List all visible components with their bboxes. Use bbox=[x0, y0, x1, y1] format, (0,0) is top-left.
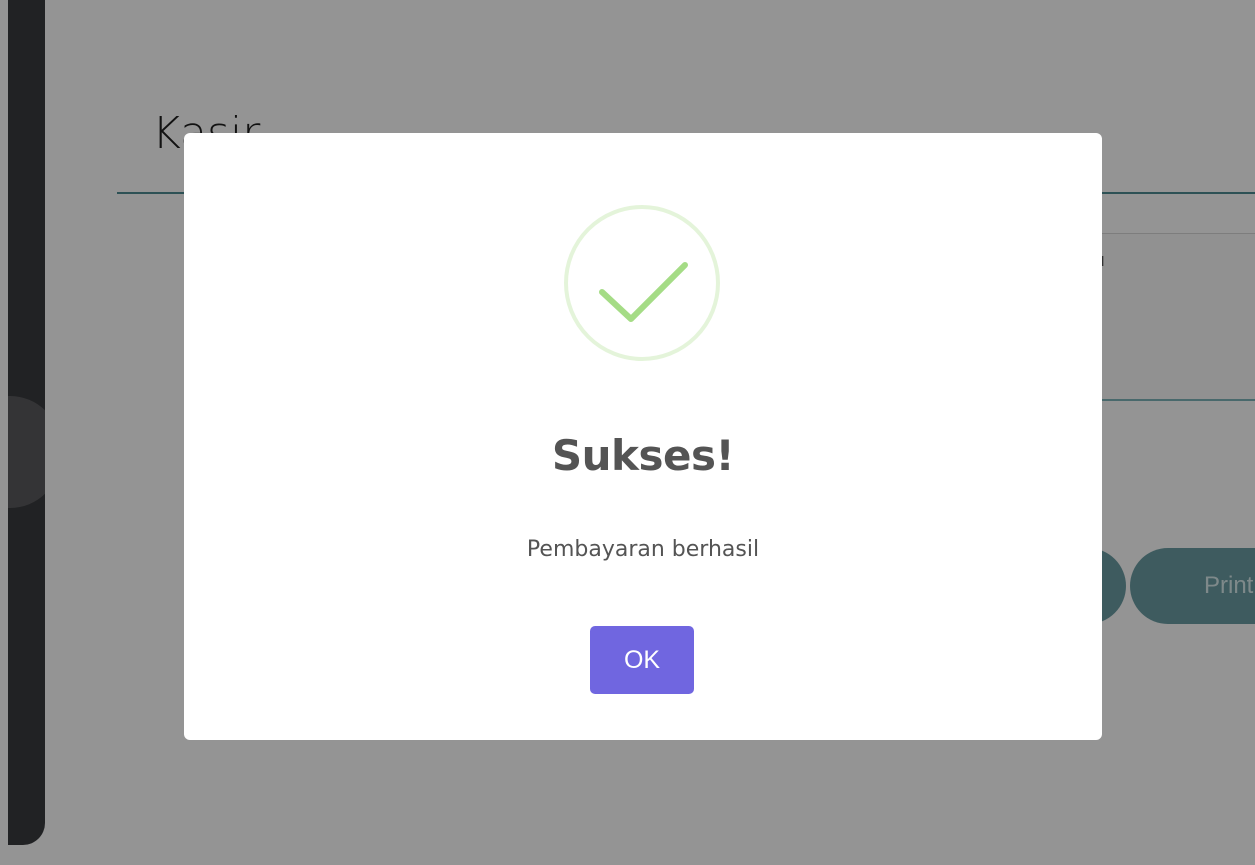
page: Kasir ı Print Sukses! Pembayaran berhasi… bbox=[0, 0, 1255, 865]
dialog-title: Sukses! bbox=[551, 431, 735, 480]
ok-button[interactable]: OK bbox=[590, 626, 694, 694]
success-dialog: Sukses! Pembayaran berhasil OK bbox=[184, 133, 1102, 740]
success-check-icon bbox=[564, 205, 720, 361]
dialog-message: Pembayaran berhasil bbox=[526, 537, 760, 562]
